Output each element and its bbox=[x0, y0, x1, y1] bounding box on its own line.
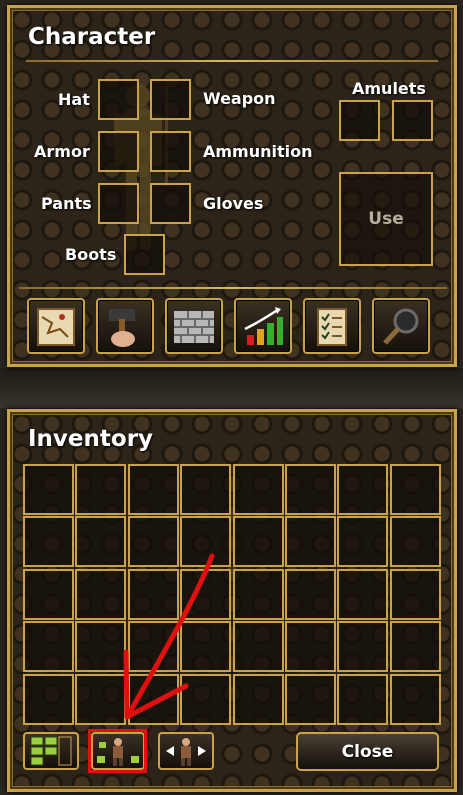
inventory-slot[interactable] bbox=[337, 621, 389, 673]
ammunition-slot[interactable] bbox=[150, 131, 191, 172]
armor-label: Armor bbox=[34, 142, 90, 161]
inventory-slot[interactable] bbox=[389, 568, 441, 620]
inventory-slot[interactable] bbox=[127, 621, 179, 673]
inventory-slot[interactable] bbox=[337, 568, 389, 620]
inventory-slot[interactable] bbox=[232, 568, 284, 620]
inventory-slot[interactable] bbox=[389, 516, 441, 568]
inventory-slot[interactable] bbox=[337, 464, 389, 515]
brick-wall-icon bbox=[174, 311, 214, 343]
amulet-slot-2[interactable] bbox=[392, 100, 433, 141]
hat-label: Hat bbox=[58, 90, 90, 109]
inventory-slot[interactable] bbox=[180, 516, 232, 568]
inventory-slot[interactable] bbox=[75, 621, 127, 673]
inventory-slot[interactable] bbox=[127, 464, 179, 515]
inventory-slot[interactable] bbox=[389, 621, 441, 673]
quest-list-icon bbox=[317, 308, 347, 346]
stats-chart-icon bbox=[244, 307, 283, 345]
grid-view-button[interactable] bbox=[23, 732, 79, 770]
inventory-slot[interactable] bbox=[127, 516, 179, 568]
character-panel: Character Hat Weapon Armor Ammunition Pa… bbox=[7, 5, 457, 367]
toolbar-divider bbox=[19, 287, 447, 289]
inventory-slot[interactable] bbox=[23, 673, 74, 725]
boots-slot[interactable] bbox=[124, 234, 165, 275]
pants-label: Pants bbox=[41, 194, 92, 213]
inventory-slot[interactable] bbox=[75, 673, 127, 725]
grid-view-icon bbox=[30, 736, 72, 766]
title-divider bbox=[26, 60, 438, 62]
inventory-slot[interactable] bbox=[337, 516, 389, 568]
ammunition-label: Ammunition bbox=[203, 142, 313, 161]
build-button[interactable] bbox=[165, 298, 223, 354]
inventory-slot[interactable] bbox=[389, 464, 441, 515]
hat-slot[interactable] bbox=[98, 79, 139, 120]
inventory-slot[interactable] bbox=[23, 516, 74, 568]
inventory-slot[interactable] bbox=[127, 568, 179, 620]
stats-button[interactable] bbox=[234, 298, 292, 354]
inventory-slot[interactable] bbox=[389, 673, 441, 725]
craft-button[interactable] bbox=[96, 298, 154, 354]
hammer-hand-icon bbox=[109, 309, 135, 347]
inventory-slot[interactable] bbox=[180, 621, 232, 673]
gloves-slot[interactable] bbox=[150, 183, 191, 224]
weapon-slot[interactable] bbox=[150, 79, 191, 120]
inventory-slot[interactable] bbox=[23, 464, 74, 515]
inventory-slot[interactable] bbox=[285, 568, 336, 620]
character-title: Character bbox=[28, 24, 156, 50]
inventory-title: Inventory bbox=[28, 426, 154, 452]
close-button[interactable]: Close bbox=[296, 732, 439, 771]
highlight-box bbox=[88, 729, 147, 773]
inventory-slot[interactable] bbox=[180, 673, 232, 725]
inspect-button[interactable] bbox=[372, 298, 430, 354]
quests-button[interactable] bbox=[303, 298, 361, 354]
map-button[interactable] bbox=[27, 298, 85, 354]
use-button[interactable]: Use bbox=[339, 172, 433, 266]
inventory-slot[interactable] bbox=[285, 464, 336, 515]
inventory-slot[interactable] bbox=[75, 568, 127, 620]
inventory-slot[interactable] bbox=[232, 673, 284, 725]
inventory-slot[interactable] bbox=[285, 516, 336, 568]
magnifier-icon bbox=[383, 308, 419, 345]
inventory-slot[interactable] bbox=[285, 673, 336, 725]
character-drag-icon bbox=[166, 738, 206, 766]
drag-character-button[interactable] bbox=[158, 732, 214, 770]
gloves-label: Gloves bbox=[203, 194, 264, 213]
map-scroll-icon bbox=[37, 308, 75, 346]
inventory-slot[interactable] bbox=[232, 621, 284, 673]
inventory-slot[interactable] bbox=[285, 621, 336, 673]
inventory-slot[interactable] bbox=[232, 516, 284, 568]
inventory-slot[interactable] bbox=[75, 464, 127, 515]
weapon-label: Weapon bbox=[203, 89, 276, 108]
inventory-slot[interactable] bbox=[180, 568, 232, 620]
armor-slot[interactable] bbox=[98, 131, 139, 172]
background-gap bbox=[0, 368, 463, 408]
boots-label: Boots bbox=[65, 245, 117, 264]
inventory-slot[interactable] bbox=[23, 568, 74, 620]
amulet-slot-1[interactable] bbox=[339, 100, 380, 141]
inventory-slot[interactable] bbox=[232, 464, 284, 515]
pants-slot[interactable] bbox=[98, 183, 139, 224]
inventory-slot[interactable] bbox=[337, 673, 389, 725]
inventory-slot[interactable] bbox=[180, 464, 232, 515]
inventory-slot[interactable] bbox=[127, 673, 179, 725]
inventory-slot[interactable] bbox=[75, 516, 127, 568]
inventory-slot[interactable] bbox=[23, 621, 74, 673]
amulets-label: Amulets bbox=[352, 79, 426, 98]
